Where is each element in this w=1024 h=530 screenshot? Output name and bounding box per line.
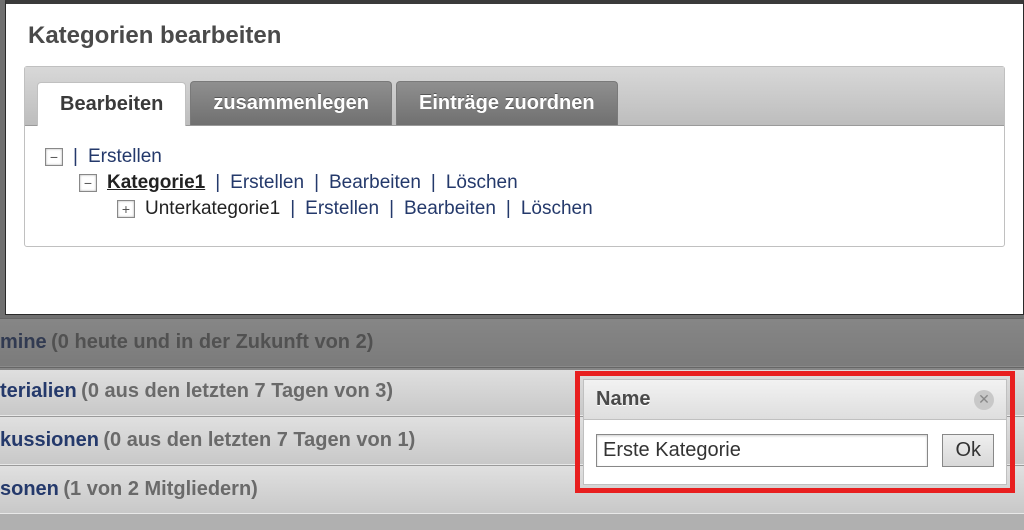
tree-root-line: − | Erstellen (45, 146, 984, 168)
tree-pipe: | (389, 198, 394, 220)
section-count: (1 von 2 Mitgliedern) (63, 478, 257, 500)
subcategory-name[interactable]: Unterkategorie1 (145, 198, 280, 220)
sub1-delete-link[interactable]: Löschen (521, 198, 593, 220)
name-dialog-header: Name ✕ (584, 380, 1006, 420)
cat1-create-link[interactable]: Erstellen (230, 172, 304, 194)
close-icon[interactable]: ✕ (974, 390, 994, 410)
tree-pipe: | (431, 172, 436, 194)
tree-pipe: | (506, 198, 511, 220)
tree-cat1-line: − Kategorie1 | Erstellen | Bearbeiten | … (79, 172, 984, 194)
name-dialog: Name ✕ Ok (583, 379, 1007, 485)
root-create-link[interactable]: Erstellen (88, 146, 162, 168)
category-name-link[interactable]: Kategorie1 (107, 172, 205, 194)
tab-edit[interactable]: Bearbeiten (37, 82, 186, 126)
tab-merge[interactable]: zusammenlegen (190, 81, 392, 125)
ok-button[interactable]: Ok (942, 434, 994, 467)
modal-panel: Bearbeiten zusammenlegen Einträge zuordn… (24, 66, 1005, 247)
name-dialog-title: Name (596, 388, 650, 411)
tree-pipe: | (314, 172, 319, 194)
section-count: (0 aus den letzten 7 Tagen von 1) (103, 429, 415, 451)
name-input[interactable] (596, 434, 928, 467)
tabstrip: Bearbeiten zusammenlegen Einträge zuordn… (25, 67, 1004, 126)
modal-title: Kategorien bearbeiten (6, 4, 1023, 66)
collapse-icon[interactable]: − (79, 174, 97, 192)
collapse-icon[interactable]: − (45, 148, 63, 166)
name-dialog-highlight: Name ✕ Ok (575, 371, 1015, 493)
sub1-edit-link[interactable]: Bearbeiten (404, 198, 496, 220)
section-label: kussionen (0, 429, 99, 451)
tree-pipe: | (290, 198, 295, 220)
section-count: (0 aus den letzten 7 Tagen von 3) (81, 380, 393, 402)
categories-modal: Kategorien bearbeiten Bearbeiten zusamme… (5, 0, 1024, 315)
tree-sub1-line: + Unterkategorie1 | Erstellen | Bearbeit… (117, 198, 984, 220)
section-label: terialien (0, 380, 77, 402)
tab-assign[interactable]: Einträge zuordnen (396, 81, 618, 125)
tree-pipe: | (215, 172, 220, 194)
category-tree: − | Erstellen − Kategorie1 | Erstellen |… (25, 126, 1004, 246)
cat1-edit-link[interactable]: Bearbeiten (329, 172, 421, 194)
name-dialog-body: Ok (584, 420, 1006, 481)
expand-icon[interactable]: + (117, 200, 135, 218)
cat1-delete-link[interactable]: Löschen (446, 172, 518, 194)
sub1-create-link[interactable]: Erstellen (305, 198, 379, 220)
tree-pipe: | (73, 146, 78, 168)
section-label: sonen (0, 478, 59, 500)
